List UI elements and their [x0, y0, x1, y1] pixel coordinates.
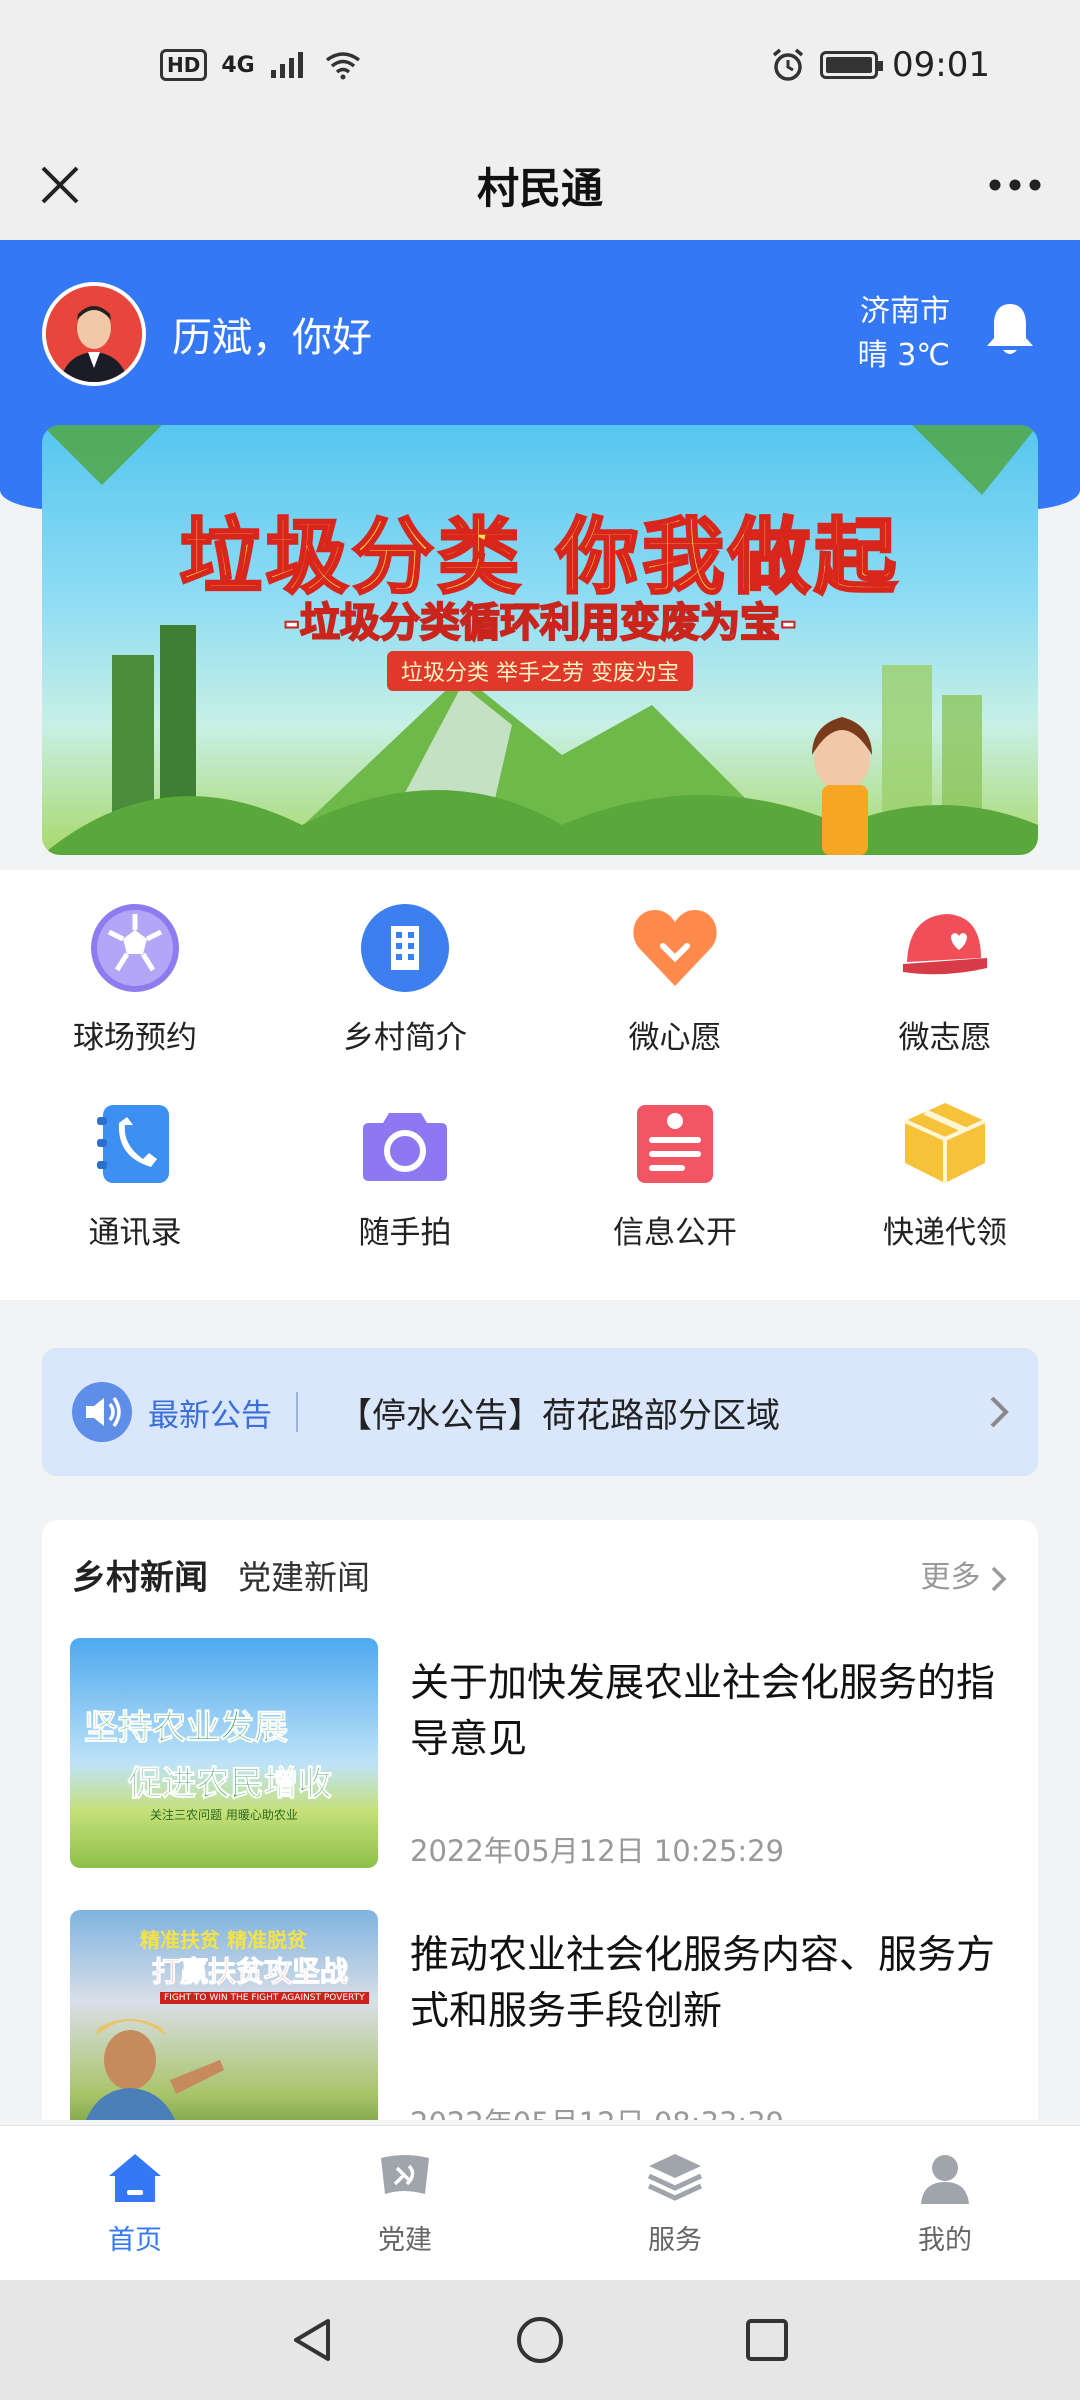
page-title: 村民通: [476, 163, 603, 213]
tab-services[interactable]: 服务: [540, 2126, 810, 2280]
grid-item-micro-volunteer[interactable]: 微志愿: [810, 870, 1080, 1065]
wifi-icon: [325, 52, 360, 80]
grid-label: 微心愿: [628, 1020, 722, 1056]
grid-label: 快递代领: [883, 1215, 1007, 1251]
recents-icon[interactable]: [742, 2315, 792, 2365]
signal-icon: [270, 52, 303, 78]
announcement-text: 【停水公告】荷花路部分区域: [338, 1395, 780, 1436]
grid-label: 信息公开: [613, 1215, 737, 1251]
news-date: 2022年05月12日 08:33:39: [410, 2100, 784, 2120]
more-dots-icon: [989, 179, 1041, 191]
grid-item-snapshot[interactable]: 随手拍: [270, 1065, 540, 1260]
hd-icon: HD: [160, 49, 208, 81]
weather-info: 济南市 晴 3℃: [858, 290, 950, 378]
notification-button[interactable]: [982, 300, 1038, 360]
close-button[interactable]: [30, 155, 90, 215]
building-icon: [357, 900, 453, 996]
thumb-text-line1: 坚持农业发展: [84, 1708, 289, 1749]
tab-label: 党建: [378, 2225, 432, 2256]
announcement-label: 最新公告: [148, 1397, 272, 1434]
tab-label: 服务: [648, 2225, 702, 2256]
farmer-illustration: [86, 2019, 224, 2120]
cap-icon: [897, 900, 993, 996]
news-title: 推动农业社会化服务内容、服务方式和服务手段创新: [410, 1933, 996, 2034]
layers-icon: [647, 2154, 703, 2201]
network-type: 4G: [221, 52, 255, 78]
greeting-text: 历斌，你好: [172, 315, 372, 361]
banner-subtitle: -垃圾分类循环利用变废为宝-: [282, 599, 797, 647]
banner-tag: 垃圾分类 举手之劳 变废为宝: [387, 651, 693, 691]
chevron-right-icon: [991, 1566, 1007, 1591]
system-nav-bar: [0, 2280, 1080, 2400]
close-icon: [41, 166, 79, 204]
user-icon: [921, 2155, 969, 2204]
grid-label: 球场预约: [73, 1020, 197, 1056]
tab-party[interactable]: 党建: [270, 2126, 540, 2280]
bell-icon: [987, 304, 1033, 354]
thumb-text-line3: 关注三农问题 用暖心助农业: [150, 1808, 298, 1822]
grid-item-ball-booking[interactable]: 球场预约: [0, 870, 270, 1065]
bottom-tab-bar: 首页 党建 服务 我的: [0, 2125, 1080, 2280]
grid-label: 乡村简介: [343, 1020, 467, 1056]
weather-label: 晴 3℃: [857, 338, 950, 373]
grid-item-info-disclosure[interactable]: 信息公开: [540, 1065, 810, 1260]
tab-label: 首页: [108, 2225, 162, 2256]
title-bar: 村民通: [0, 130, 1080, 240]
home-icon: [109, 2154, 161, 2202]
city-label: 济南市: [860, 294, 950, 329]
news-thumbnail: 坚持农业发展 促进农民增收 关注三农问题 用暖心助农业: [70, 1638, 378, 1868]
banner-carousel[interactable]: 垃圾分类 你我做起 -垃圾分类循环利用变废为宝- 垃圾分类 举手之劳 变废为宝: [42, 425, 1038, 855]
more-button[interactable]: [980, 155, 1050, 215]
more-label: 更多: [920, 1560, 981, 1595]
avatar-portrait-icon: [46, 286, 142, 382]
grid-label: 微志愿: [898, 1020, 992, 1056]
heart-icon: [627, 900, 723, 996]
announcement-bar[interactable]: 最新公告 【停水公告】荷花路部分区域: [42, 1348, 1038, 1476]
camera-icon: [357, 1095, 453, 1191]
status-time: 09:01: [892, 45, 990, 85]
tab-village-news[interactable]: 乡村新闻: [72, 1550, 208, 1599]
grid-item-micro-wish[interactable]: 微心愿: [540, 870, 810, 1065]
grid-item-parcel-pickup[interactable]: 快递代领: [810, 1065, 1080, 1260]
tab-label: 我的: [918, 2225, 972, 2256]
news-card: 乡村新闻 党建新闻 更多 坚持农业发展 促进农民增收 关注三农问题 用暖心助农业…: [42, 1520, 1038, 2120]
tab-home[interactable]: 首页: [0, 2126, 270, 2280]
battery-icon: [820, 51, 884, 79]
news-thumbnail: 精准扶贫 精准脱贫 打赢扶贫攻坚战 FIGHT TO WIN THE FIGHT…: [70, 1910, 378, 2120]
package-icon: [897, 1095, 993, 1191]
status-bar: HD 4G 09:01: [0, 0, 1080, 130]
divider: [296, 1392, 298, 1432]
document-icon: [627, 1095, 723, 1191]
more-link[interactable]: 更多: [920, 1552, 1008, 1596]
news-date: 2022年05月12日 10:25:29: [410, 1834, 785, 1868]
back-icon[interactable]: [288, 2315, 338, 2365]
service-grid: 球场预约 乡村简介 微心愿 微志愿 通讯录 随手拍 信息公开 快递代领: [0, 870, 1080, 1260]
tab-party-news[interactable]: 党建新闻: [238, 1551, 370, 1599]
tab-mine[interactable]: 我的: [810, 2126, 1080, 2280]
news-item[interactable]: 精准扶贫 精准脱贫 打赢扶贫攻坚战 FIGHT TO WIN THE FIGHT…: [70, 1910, 1010, 2120]
home-circle-icon[interactable]: [515, 2315, 565, 2365]
grid-label: 通讯录: [88, 1215, 182, 1251]
party-flag-icon: [381, 2155, 429, 2194]
grid-item-contacts[interactable]: 通讯录: [0, 1065, 270, 1260]
thumb-text-line2: 促进农民增收: [128, 1764, 333, 1805]
avatar[interactable]: [42, 282, 146, 386]
grid-label: 随手拍: [358, 1215, 452, 1251]
news-tabs: 乡村新闻 党建新闻: [72, 1550, 370, 1599]
speaker-icon: [72, 1382, 132, 1442]
ball-icon: [87, 900, 183, 996]
grid-item-village-intro[interactable]: 乡村简介: [270, 870, 540, 1065]
phone-book-icon: [87, 1095, 183, 1191]
alarm-icon: [772, 48, 804, 81]
service-grid-card: 球场预约 乡村简介 微心愿 微志愿 通讯录 随手拍 信息公开 快递代领: [0, 870, 1080, 1300]
news-item[interactable]: 坚持农业发展 促进农民增收 关注三农问题 用暖心助农业 关于加快发展农业社会化服…: [70, 1638, 1010, 1868]
chevron-right-icon: [990, 1396, 1009, 1428]
news-title: 关于加快发展农业社会化服务的指导意见: [410, 1661, 996, 1762]
